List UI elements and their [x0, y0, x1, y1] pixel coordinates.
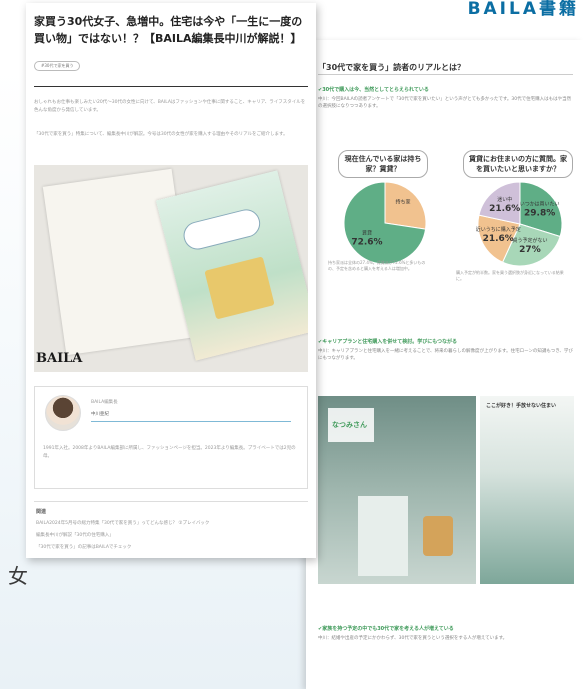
section-heading-3: ✔家族を持つ予定の中でも30代で家を考える人が増えている: [318, 626, 454, 632]
pie2-value-0: 29.8%: [524, 209, 555, 219]
pie2-label-2: 近いうちに購入予定: [476, 226, 521, 233]
right-article-title: 「30代で家を買う」読者のリアルとは？: [318, 63, 466, 72]
brand-wordmark: BAILA書籍: [467, 0, 579, 19]
section-heading-1: ✔30代で購入は今、当然としてとらえられている: [318, 87, 429, 93]
related-heading: 関連: [36, 509, 47, 515]
article-title: 家買う30代女子、急増中。住宅は今や「一生に一度の買い物」ではない！？【BAIL…: [34, 15, 303, 45]
related-link-2[interactable]: 編集長中川が解説「30代の住宅購入」: [36, 532, 114, 538]
interior-photo-small: ここが好き！手放せない住まい: [480, 396, 574, 584]
pie1-slice-0: [384, 181, 427, 230]
section-body-1: 中川：今回BAILAの読者アンケートで「30代で家を買いたい」という声がとても多…: [318, 97, 572, 109]
divider: [318, 74, 573, 75]
interior-photo-large: なつみさん: [318, 396, 476, 584]
avatar: [45, 395, 81, 431]
article-card: 家買う30代女子、急増中。住宅は今や「一生に一度の買い物」ではない！？【BAIL…: [26, 3, 316, 558]
pie1-label-0: 持ち家: [396, 198, 411, 205]
pie2-value-2: 21.6%: [483, 234, 514, 244]
related-links: 関連 BAILA2024年5月号の総力特集「30代で家を買う」ってどんな感じ？ …: [34, 501, 308, 559]
pie2-value-1: 27%: [519, 245, 541, 255]
related-link-1[interactable]: BAILA2024年5月号の総力特集「30代で家を買う」ってどんな感じ？ ②プレ…: [36, 520, 209, 526]
left-wordmark: 女: [8, 564, 28, 588]
chart2-caption: 購入予定が約半数。家を買う選択肢が身近になっている結果に。: [456, 270, 564, 281]
section-body-2: 中川：キャリアプランと住宅購入を一緒に考えることで、将来の暮らしの解像度が上がり…: [318, 349, 573, 361]
chart1-pie: 持ち家賃貸72.6%: [343, 181, 427, 265]
author-name: 中川亜紀: [91, 412, 109, 417]
chart2-pie: いつかは買いたい29.8%買う予定がない27%近いうちに購入予定21.6%迷い中…: [476, 181, 563, 267]
chart1-question-text: 現在住んでいる家は持ち家？賃貸？: [344, 155, 422, 173]
hashtag-chip[interactable]: #30代で家を買う: [34, 61, 81, 71]
counter-shape: [358, 496, 408, 576]
section-heading-2: ✔キャリアプランと住宅購入を併せて検討。学びにもつながる: [318, 339, 457, 345]
profile-accent-line: [91, 421, 291, 422]
right-article-page: 「30代で家を買う」読者のリアルとは？ ✔30代で購入は今、当然としてとらえられ…: [306, 40, 583, 689]
photo-label: なつみさん: [332, 421, 367, 429]
intro-paragraph-1: おしゃれもお仕事も楽しみたい20代〜30代の女性に向けて、BAILAはファッショ…: [34, 100, 306, 113]
magazine-illustration: [204, 256, 275, 320]
intro-paragraph-2: 「30代で家を買う」特集について、編集長中川が解説。今号は30代の女性が家を購入…: [34, 132, 288, 137]
author-role: BAILA編集長: [91, 400, 118, 405]
chair-shape: [423, 516, 453, 556]
title-divider: [34, 86, 308, 87]
pie2-label-3: 迷い中: [497, 196, 512, 203]
chart1-caption: 持ち家派は全体の27.4%。賃貸派が72.6%と多いものの、予定を含めると購入を…: [328, 260, 426, 271]
baila-logo: BAILA: [36, 351, 83, 366]
author-bio: 1991年入社。2008年よりBAILA編集部に所属し、ファッションページを担当…: [43, 446, 296, 459]
pie2-label-0: いつかは買いたい: [520, 201, 560, 208]
magazine-photo: BAILA: [34, 165, 308, 372]
chart2-question: 賃貸にお住まいの方に質問。家を買いたいと思いますか？: [463, 150, 573, 178]
chart2-question-text: 賃貸にお住まいの方に質問。家を買いたいと思いますか？: [469, 155, 567, 173]
section-body-3: 中川：結婚や出産の予定にかかわらず、30代で家を買うという選択をする人が増えてい…: [318, 636, 508, 641]
feature-title: ここが好き！手放せない住まい: [486, 403, 557, 409]
magazine-headline-bubble: [180, 206, 264, 253]
pie2-label-1: 買う予定がない: [512, 237, 547, 244]
author-profile-box: BAILA編集長 中川亜紀 1991年入社。2008年よりBAILA編集部に所属…: [34, 386, 308, 489]
pie1-value-1: 72.6%: [351, 238, 382, 248]
pie1-label-1: 賃貸: [362, 230, 372, 237]
photo-label-box: なつみさん: [328, 408, 374, 442]
pie2-value-3: 21.6%: [489, 204, 520, 214]
related-link-3[interactable]: 「30代で家を買う」の記事はBAILAでチェック: [36, 544, 131, 550]
chart1-question: 現在住んでいる家は持ち家？賃貸？: [338, 150, 428, 178]
